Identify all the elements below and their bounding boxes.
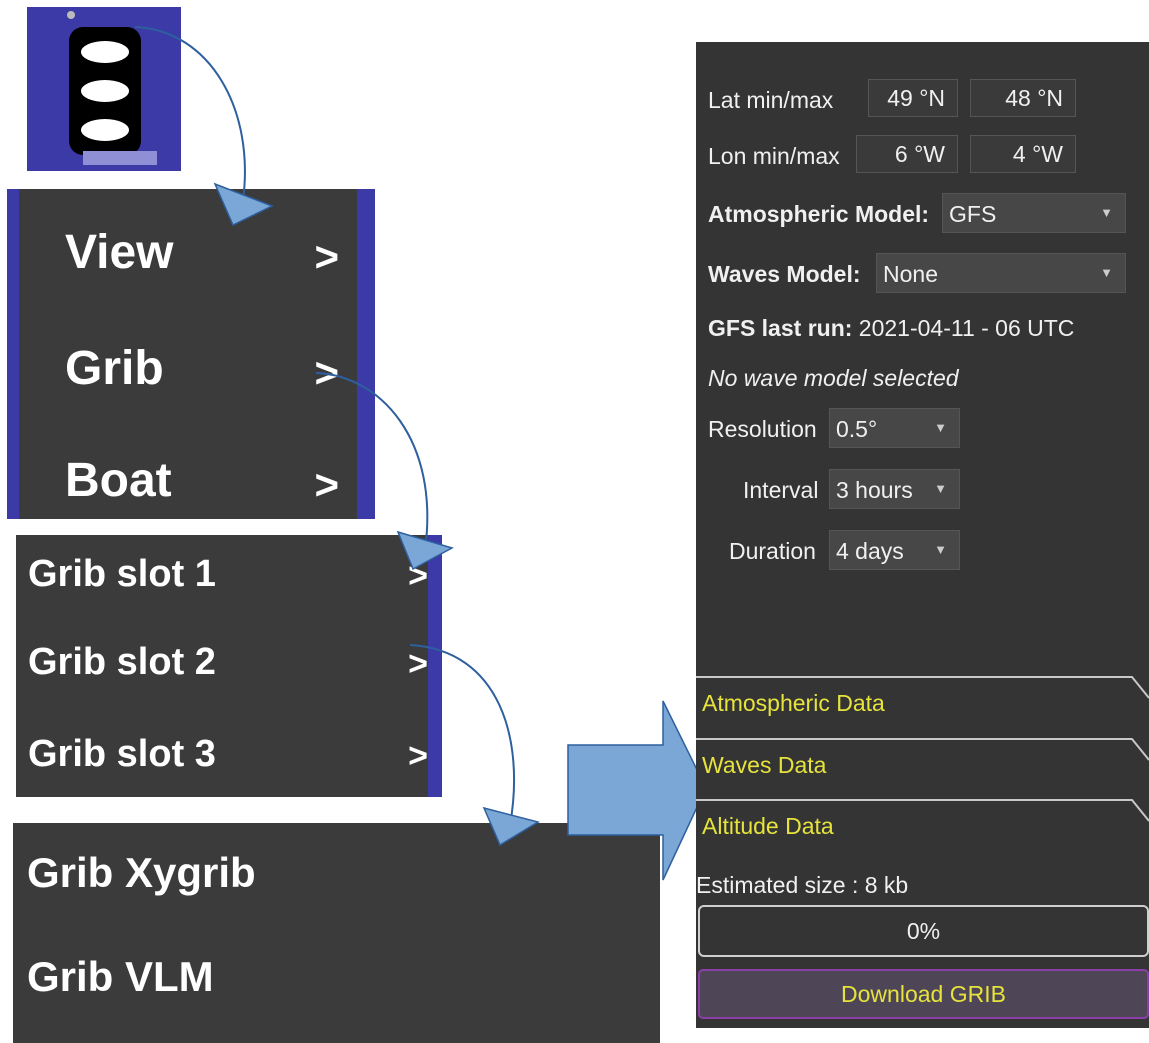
duration-row: Duration 4 days ▼ (708, 530, 1138, 570)
menu-item-label: Boat (65, 454, 172, 507)
dropdown-caret-icon: ▼ (934, 420, 947, 435)
app-logo-icon[interactable] (27, 7, 181, 171)
grib-download-panel: Lat min/max 49 °N 48 °N Lon min/max 6 °W… (696, 42, 1149, 1028)
grib-submenu-panel: Grib slot 1 > Grib slot 2 > Grib slot 3 … (16, 535, 428, 797)
lon-row: Lon min/max 6 °W 4 °W (708, 135, 1138, 175)
duration-label: Duration (729, 538, 816, 564)
dropdown-caret-icon: ▼ (1100, 265, 1113, 280)
last-run-text: GFS last run: 2021-04-11 - 06 UTC (708, 315, 1074, 342)
interval-row: Interval 3 hours ▼ (708, 469, 1138, 509)
chevron-right-icon: > (408, 557, 428, 595)
duration-select[interactable]: 4 days ▼ (829, 530, 960, 570)
last-run-label: GFS last run: (708, 315, 853, 341)
altitude-data-section[interactable]: Altitude Data (696, 799, 1149, 855)
dropdown-caret-icon: ▼ (934, 542, 947, 557)
resolution-select[interactable]: 0.5° ▼ (829, 408, 960, 448)
menu-item-grib-slot-2[interactable]: Grib slot 2 > (28, 631, 428, 691)
menu-item-view[interactable]: View > (65, 219, 357, 289)
menu-item-grib-vlm[interactable]: Grib VLM (27, 953, 214, 1001)
grib-submenu: Grib slot 1 > Grib slot 2 > Grib slot 3 … (16, 535, 442, 797)
interval-select[interactable]: 3 hours ▼ (829, 469, 960, 509)
chevron-right-icon: > (314, 461, 339, 508)
download-progress-bar: 0% (698, 905, 1149, 957)
last-run-row: GFS last run: 2021-04-11 - 06 UTC (708, 307, 1138, 347)
logo-dot (67, 11, 75, 19)
menu-item-boat[interactable]: Boat > (65, 447, 357, 517)
menu-item-label: Grib slot 1 (28, 553, 216, 595)
resolution-label: Resolution (708, 416, 817, 442)
lat-min-field[interactable]: 49 °N (868, 79, 958, 117)
select-value: 4 days (836, 538, 904, 564)
lon-max-field[interactable]: 4 °W (970, 135, 1076, 173)
atmospheric-model-row: Atmospheric Model: GFS ▼ (708, 193, 1138, 233)
section-title: Atmospheric Data (702, 690, 885, 716)
estimated-size-row: Estimated size : 8 kb (696, 864, 1149, 904)
select-value: 0.5° (836, 416, 878, 442)
section-title: Waves Data (702, 752, 827, 778)
wave-note-row: No wave model selected (708, 357, 1138, 397)
chevron-right-icon: > (408, 645, 428, 683)
waves-model-row: Waves Model: None ▼ (708, 253, 1138, 293)
lat-row: Lat min/max 49 °N 48 °N (708, 79, 1138, 119)
menu-item-label: Grib slot 2 (28, 641, 216, 683)
atmospheric-data-section[interactable]: Atmospheric Data (696, 676, 1149, 732)
select-value: GFS (949, 201, 997, 227)
chevron-right-icon: > (314, 233, 339, 280)
lon-label: Lon min/max (708, 143, 840, 169)
download-grib-button[interactable]: Download GRIB (698, 969, 1149, 1019)
interval-label: Interval (743, 477, 819, 503)
atmospheric-model-label: Atmospheric Model: (708, 201, 930, 227)
dropdown-caret-icon: ▼ (1100, 205, 1113, 220)
menu-item-grib-slot-1[interactable]: Grib slot 1 > (28, 543, 428, 603)
lat-max-field[interactable]: 48 °N (970, 79, 1076, 117)
logo-band (81, 119, 129, 141)
estimated-size-text: Estimated size : 8 kb (696, 872, 909, 898)
menu-item-label: Grib slot 3 (28, 733, 216, 775)
select-value: 3 hours (836, 477, 913, 503)
grib-slot-submenu: Grib Xygrib Grib VLM (13, 823, 660, 1043)
logo-band (81, 41, 129, 63)
menu-item-grib-xygrib[interactable]: Grib Xygrib (27, 849, 256, 897)
main-menu-panel: View > Grib > Boat > (19, 189, 357, 519)
chevron-right-icon: > (314, 349, 339, 396)
logo-body (69, 27, 141, 155)
atmospheric-model-select[interactable]: GFS ▼ (942, 193, 1126, 233)
dropdown-caret-icon: ▼ (934, 481, 947, 496)
wave-note-text: No wave model selected (708, 365, 959, 391)
waves-model-label: Waves Model: (708, 261, 861, 287)
menu-item-grib-slot-3[interactable]: Grib slot 3 > (28, 723, 428, 783)
main-menu: View > Grib > Boat > (7, 189, 375, 519)
section-title: Altitude Data (702, 813, 834, 839)
menu-item-grib[interactable]: Grib > (65, 335, 357, 405)
lon-min-field[interactable]: 6 °W (856, 135, 958, 173)
lat-label: Lat min/max (708, 87, 834, 113)
logo-band (81, 80, 129, 102)
menu-item-label: View (65, 226, 174, 279)
logo-ruler (83, 151, 157, 165)
chevron-right-icon: > (408, 737, 428, 775)
resolution-row: Resolution 0.5° ▼ (708, 408, 1138, 448)
select-value: None (883, 261, 938, 287)
waves-model-select[interactable]: None ▼ (876, 253, 1126, 293)
last-run-value: 2021-04-11 - 06 UTC (858, 315, 1075, 341)
waves-data-section[interactable]: Waves Data (696, 738, 1149, 794)
menu-item-label: Grib (65, 342, 164, 395)
